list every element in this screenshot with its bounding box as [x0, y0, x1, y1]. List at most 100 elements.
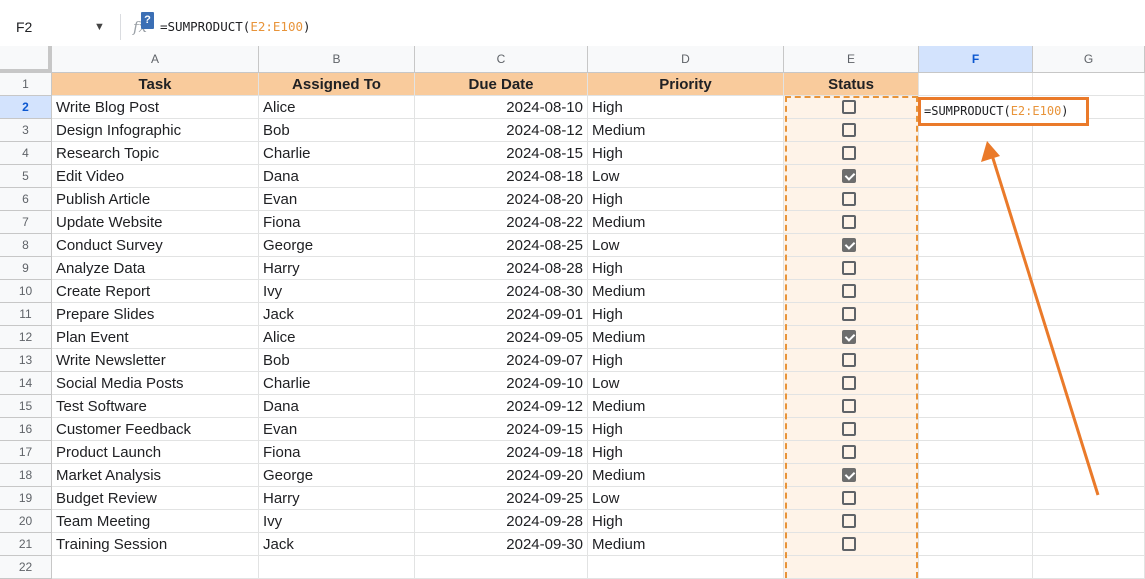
cell-g15[interactable]	[1033, 395, 1145, 418]
row-header-5[interactable]: 5	[0, 165, 52, 188]
cell-f9[interactable]	[919, 257, 1033, 280]
cell-a3[interactable]: Design Infographic	[52, 119, 259, 142]
cell-e13[interactable]	[784, 349, 919, 372]
cell-e16[interactable]	[784, 418, 919, 441]
cell-e10[interactable]	[784, 280, 919, 303]
cell-f19[interactable]	[919, 487, 1033, 510]
checkbox-unchecked[interactable]	[842, 100, 856, 114]
cell-a17[interactable]: Product Launch	[52, 441, 259, 464]
cell-a9[interactable]: Analyze Data	[52, 257, 259, 280]
checkbox-unchecked[interactable]	[842, 445, 856, 459]
name-box[interactable]: F2 ▼	[8, 14, 113, 40]
cell-e17[interactable]	[784, 441, 919, 464]
cell-g18[interactable]	[1033, 464, 1145, 487]
checkbox-unchecked[interactable]	[842, 399, 856, 413]
cell-e9[interactable]	[784, 257, 919, 280]
cell-g6[interactable]	[1033, 188, 1145, 211]
cell-d20[interactable]: High	[588, 510, 784, 533]
row-header-17[interactable]: 17	[0, 441, 52, 464]
cell-d18[interactable]: Medium	[588, 464, 784, 487]
cell-d9[interactable]: High	[588, 257, 784, 280]
row-header-14[interactable]: 14	[0, 372, 52, 395]
cell-b8[interactable]: George	[259, 234, 415, 257]
cell-c22[interactable]	[415, 556, 588, 579]
cell-b11[interactable]: Jack	[259, 303, 415, 326]
cell-a15[interactable]: Test Software	[52, 395, 259, 418]
cell-g4[interactable]	[1033, 142, 1145, 165]
cell-a16[interactable]: Customer Feedback	[52, 418, 259, 441]
cell-b4[interactable]: Charlie	[259, 142, 415, 165]
cell-c4[interactable]: 2024-08-15	[415, 142, 588, 165]
cell-c13[interactable]: 2024-09-07	[415, 349, 588, 372]
cell-e12[interactable]	[784, 326, 919, 349]
cell-a20[interactable]: Team Meeting	[52, 510, 259, 533]
cell-a8[interactable]: Conduct Survey	[52, 234, 259, 257]
cell-d17[interactable]: High	[588, 441, 784, 464]
checkbox-checked[interactable]	[842, 330, 856, 344]
cell-c2[interactable]: 2024-08-10	[415, 96, 588, 119]
cell-e22[interactable]	[784, 556, 919, 579]
cell-e14[interactable]	[784, 372, 919, 395]
checkbox-checked[interactable]	[842, 468, 856, 482]
formula-input[interactable]: =SUMPRODUCT(E2:E100)	[160, 19, 311, 34]
cell-g5[interactable]	[1033, 165, 1145, 188]
cell-d22[interactable]	[588, 556, 784, 579]
cell-b6[interactable]: Evan	[259, 188, 415, 211]
row-header-10[interactable]: 10	[0, 280, 52, 303]
cell-b1[interactable]: Assigned To	[259, 73, 415, 96]
cell-d16[interactable]: High	[588, 418, 784, 441]
cell-d5[interactable]: Low	[588, 165, 784, 188]
cell-b18[interactable]: George	[259, 464, 415, 487]
cell-g11[interactable]	[1033, 303, 1145, 326]
cell-d6[interactable]: High	[588, 188, 784, 211]
cell-e19[interactable]	[784, 487, 919, 510]
cell-c5[interactable]: 2024-08-18	[415, 165, 588, 188]
active-cell-f2[interactable]: =SUMPRODUCT(E2:E100)	[918, 97, 1089, 126]
cell-e20[interactable]	[784, 510, 919, 533]
cell-b22[interactable]	[259, 556, 415, 579]
cell-g17[interactable]	[1033, 441, 1145, 464]
cell-g13[interactable]	[1033, 349, 1145, 372]
cell-e18[interactable]	[784, 464, 919, 487]
cell-d7[interactable]: Medium	[588, 211, 784, 234]
row-header-2[interactable]: 2	[0, 96, 52, 119]
cell-d14[interactable]: Low	[588, 372, 784, 395]
cell-c1[interactable]: Due Date	[415, 73, 588, 96]
row-header-6[interactable]: 6	[0, 188, 52, 211]
cell-d11[interactable]: High	[588, 303, 784, 326]
cell-g22[interactable]	[1033, 556, 1145, 579]
cell-b19[interactable]: Harry	[259, 487, 415, 510]
cell-a13[interactable]: Write Newsletter	[52, 349, 259, 372]
cell-g10[interactable]	[1033, 280, 1145, 303]
cell-a2[interactable]: Write Blog Post	[52, 96, 259, 119]
cell-a11[interactable]: Prepare Slides	[52, 303, 259, 326]
cell-f18[interactable]	[919, 464, 1033, 487]
cell-c20[interactable]: 2024-09-28	[415, 510, 588, 533]
cell-c12[interactable]: 2024-09-05	[415, 326, 588, 349]
column-header-g[interactable]: G	[1033, 46, 1145, 73]
checkbox-unchecked[interactable]	[842, 376, 856, 390]
column-header-f[interactable]: F	[919, 46, 1033, 73]
checkbox-unchecked[interactable]	[842, 192, 856, 206]
cell-b17[interactable]: Fiona	[259, 441, 415, 464]
cell-f22[interactable]	[919, 556, 1033, 579]
checkbox-checked[interactable]	[842, 238, 856, 252]
column-header-c[interactable]: C	[415, 46, 588, 73]
cell-g7[interactable]	[1033, 211, 1145, 234]
cell-e11[interactable]	[784, 303, 919, 326]
select-all-corner[interactable]	[0, 46, 52, 73]
cell-e3[interactable]	[784, 119, 919, 142]
row-header-18[interactable]: 18	[0, 464, 52, 487]
cell-g12[interactable]	[1033, 326, 1145, 349]
cell-d19[interactable]: Low	[588, 487, 784, 510]
cell-a22[interactable]	[52, 556, 259, 579]
cell-f15[interactable]	[919, 395, 1033, 418]
row-header-11[interactable]: 11	[0, 303, 52, 326]
cell-c10[interactable]: 2024-08-30	[415, 280, 588, 303]
cell-a18[interactable]: Market Analysis	[52, 464, 259, 487]
checkbox-unchecked[interactable]	[842, 284, 856, 298]
cell-c3[interactable]: 2024-08-12	[415, 119, 588, 142]
cell-c16[interactable]: 2024-09-15	[415, 418, 588, 441]
column-header-d[interactable]: D	[588, 46, 784, 73]
cell-e8[interactable]	[784, 234, 919, 257]
